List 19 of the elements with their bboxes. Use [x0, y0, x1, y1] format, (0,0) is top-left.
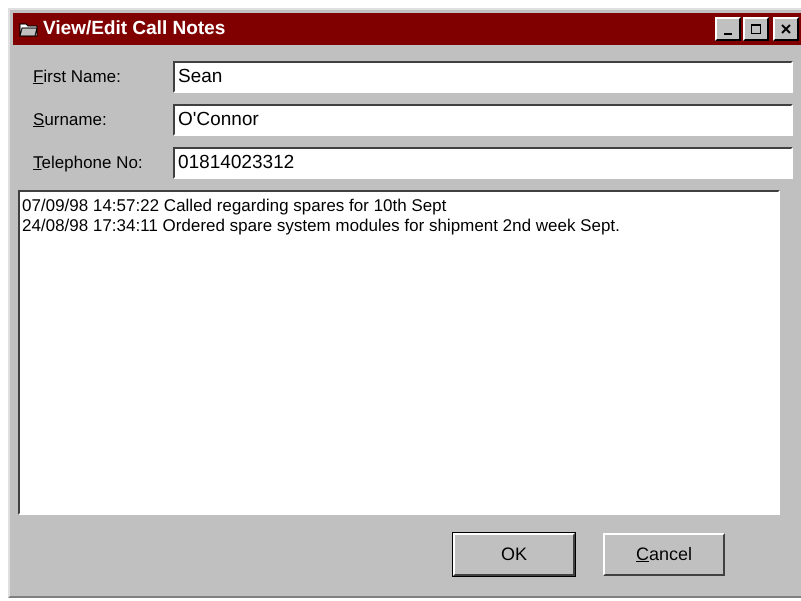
close-button[interactable] [773, 17, 799, 41]
note-line: 24/08/98 17:34:11 Ordered spare system modules for shipment 2nd week Sept. [22, 216, 621, 236]
close-icon [781, 24, 791, 34]
text-field[interactable]: 01814023312 [173, 146, 793, 178]
field-label: Surname: [32, 110, 108, 130]
minimize-button[interactable] [715, 17, 741, 41]
text-field[interactable]: O'Connor [173, 104, 793, 136]
maximize-button[interactable] [743, 17, 769, 41]
dialog-button[interactable]: OK [453, 533, 575, 576]
maximize-icon [751, 24, 761, 34]
notes-area[interactable]: 07/09/98 14:57:22 Called regarding spares for 10th Sept 24/08/98 17:34:11 Ordered spare system modules for shipment 2nd week Sept. [18, 190, 780, 515]
note-line: 07/09/98 14:57:22 Called regarding spares for 10th Sept [22, 196, 448, 216]
window-title: View/Edit Call Notes [43, 18, 226, 40]
folder-icon [19, 21, 39, 37]
dialog-button[interactable]: Cancel [603, 533, 725, 576]
minimize-icon [724, 33, 732, 35]
field-label: First Name: [32, 66, 122, 86]
text-field[interactable]: Sean [173, 60, 793, 92]
field-label: Telephone No: [32, 152, 144, 172]
